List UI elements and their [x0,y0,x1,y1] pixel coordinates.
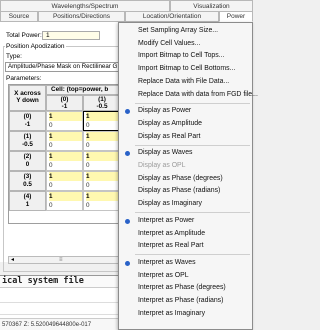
grid-row-header: (4) 1 [9,191,46,211]
menu-item-label: Display as Power [138,107,192,115]
context-menu: Set Sampling Array Size... Modify Cell Va… [118,22,258,330]
grid-cell[interactable]: 10 [46,151,83,171]
grid-row-header: (1) -0.5 [9,131,46,151]
menu-item-label: Interpret as Imaginary [138,309,206,317]
grid-cell[interactable]: 10 [46,191,83,211]
grid-cell[interactable]: 10 [46,111,83,131]
grid-col-header-1: (1) -0.5 [83,95,119,111]
menu-separator [135,254,250,256]
tab-source[interactable]: Source [0,11,38,22]
parameters-label: Parameters: [6,75,42,82]
radio-bullet-icon [125,218,130,224]
apodization-group-label: Position Apodization [5,43,66,50]
grid-cell[interactable]: 10 [83,151,119,171]
tab-strip-top: Wavelengths/Spectrum Visualization [0,0,253,11]
grid-cell[interactable]: 10 [83,171,119,191]
cell-grid[interactable]: X across Y down Cell: (top=power, b (0) … [8,84,120,224]
menu-item[interactable]: Display as Waves [119,147,252,160]
type-label: Type: [6,53,22,60]
grid-row-header: (3) 0.5 [9,171,46,191]
menu-item-label: Display as Phase (radians) [138,187,221,195]
menu-item[interactable]: Interpret as Power [119,215,252,228]
menu-item-label: Replace Data with data from FGD file... [138,90,258,98]
menu-item-label: Interpret as Power [138,216,195,224]
menu-item[interactable]: Interpret as Phase (degrees) [119,282,252,295]
type-select[interactable]: Amplitude/Phase Mask on Rectilinear G [5,62,120,72]
menu-item-label: Interpret as Phase (radians) [138,297,224,304]
menu-item[interactable]: Interpret as Real Part [119,240,252,253]
menu-item[interactable]: Interpret as Waves [119,257,252,270]
menu-item[interactable]: Replace Data with data from FGD file... [119,89,258,102]
status-line: 570367 Z: 5.520049644800e-017 [0,318,120,330]
menu-item-label: Interpret as OPL [138,271,189,279]
total-power-input[interactable]: 1 [42,31,100,40]
menu-item-label: Display as Imaginary [138,200,202,208]
grid-cell-header: Cell: (top=power, b [46,85,119,95]
menu-separator [135,212,250,214]
menu-item[interactable]: Display as Imaginary [119,198,252,211]
menu-item[interactable]: Display as Phase (radians) [119,185,252,198]
tab-positions-directions[interactable]: Positions/Directions [38,11,125,22]
menu-item-label: Display as Waves [138,149,193,157]
tab-location-orientation[interactable]: Location/Orientation [125,11,219,22]
menu-item[interactable]: Modify Cell Values... [119,38,252,51]
console-line [0,306,120,315]
grid-row-header: (0) -1 [9,111,46,131]
grid-cell[interactable]: 10 [83,191,119,211]
menu-item-label: Interpret as Amplitude [138,229,206,237]
grid-cell[interactable]: 10 [83,131,119,151]
menu-item-label: Import Bitmap to Cell Tops... [138,52,225,60]
menu-item[interactable]: Interpret as OPL [119,270,252,283]
menu-item[interactable]: Display as Real Part [119,131,252,144]
grid-cell-selected[interactable]: 10 [83,111,119,131]
scroll-grip-icon[interactable]: ≡ [59,257,63,263]
tab-visualization[interactable]: Visualization [170,0,253,11]
grid-row-header: (2) 0 [9,151,46,171]
menu-item-label: Display as OPL [138,162,186,169]
scroll-left-icon[interactable]: ◂ [11,257,14,263]
menu-item-label: Import Bitmap to Cell Bottoms... [138,65,236,73]
menu-item[interactable]: Display as Amplitude [119,118,252,131]
tab-power[interactable]: Power [219,11,253,22]
menu-item[interactable]: Interpret as Imaginary [119,308,252,321]
menu-item-label: Display as Real Part [138,132,201,140]
grid-col-header-0: (0) -1 [46,95,83,111]
menu-item: Display as OPL [119,160,252,173]
menu-item-label: Interpret as Phase (degrees) [138,284,226,292]
grid-corner-header: X across Y down [9,85,46,111]
menu-item[interactable]: Import Bitmap to Cell Tops... [119,50,252,63]
menu-item[interactable]: Set Sampling Array Size... [119,25,252,38]
radio-bullet-icon [125,151,130,157]
menu-item-label: Set Sampling Array Size... [138,27,219,34]
menu-item[interactable]: Interpret as Amplitude [119,228,252,241]
menu-item[interactable]: Interpret as Phase (radians) [119,295,252,308]
tab-wavelengths-spectrum[interactable]: Wavelengths/Spectrum [0,0,170,11]
power-panel: Total Power: 1 Position Apodization Type… [0,22,120,272]
radio-bullet-icon [125,109,130,115]
menu-item-label: Interpret as Waves [138,258,196,266]
menu-item-label: Replace Data with File Data... [138,77,230,85]
menu-item[interactable]: Display as Power [119,105,252,118]
menu-separator [135,102,250,104]
menu-item-label: Display as Amplitude [138,119,202,127]
menu-item-label: Interpret as Real Part [138,242,204,250]
menu-item-label: Modify Cell Values... [138,39,201,47]
grid-horizontal-scrollbar[interactable]: ◂ ≡ [8,256,120,264]
menu-item[interactable]: Import Bitmap to Cell Bottoms... [119,63,252,76]
menu-item[interactable]: Display as Phase (degrees) [119,173,252,186]
grid-cell[interactable]: 10 [46,131,83,151]
radio-bullet-icon [125,260,130,266]
menu-item[interactable]: Replace Data with File Data... [119,76,252,89]
menu-item-label: Display as Phase (degrees) [138,174,223,182]
console-line [0,294,120,303]
grid-cell[interactable]: 10 [46,171,83,191]
tab-strip-bottom: Source Positions/Directions Location/Ori… [0,11,253,22]
console-title: ical system file [0,276,120,288]
total-power-label: Total Power: [6,32,42,39]
menu-separator [135,144,250,146]
